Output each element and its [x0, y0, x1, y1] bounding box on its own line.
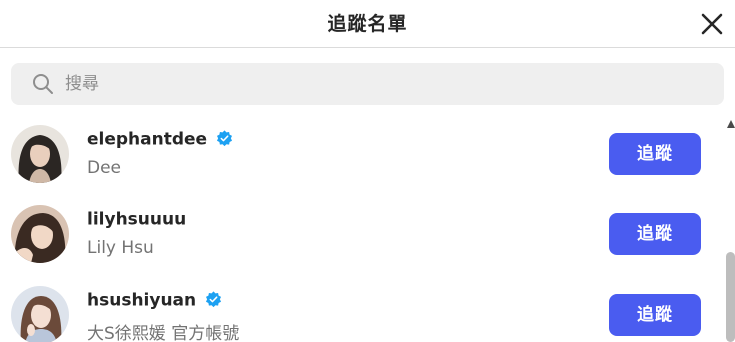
- avatar[interactable]: [11, 286, 69, 342]
- avatar[interactable]: [11, 125, 69, 183]
- verified-badge-icon: [206, 291, 222, 308]
- username[interactable]: lilyhsuuuu: [87, 210, 186, 230]
- username[interactable]: hsushiyuan: [87, 291, 196, 311]
- search-box[interactable]: [11, 63, 724, 105]
- close-icon: [701, 13, 723, 35]
- full-name: Lily Hsu: [87, 238, 154, 258]
- close-button[interactable]: [697, 9, 727, 39]
- follow-button[interactable]: 追蹤: [609, 294, 701, 336]
- search-input[interactable]: [65, 63, 705, 105]
- search-icon: [33, 74, 53, 94]
- avatar[interactable]: [11, 205, 69, 263]
- user-row-lilyhsuuuu[interactable]: lilyhsuuuu Lily Hsu 追蹤: [0, 192, 724, 272]
- scrollbar-thumb[interactable]: [726, 252, 735, 342]
- avatar-image: [11, 125, 69, 183]
- user-row-hsushiyuan[interactable]: hsushiyuan 大S徐熙媛 官方帳號 追蹤: [0, 273, 724, 342]
- full-name: 大S徐熙媛 官方帳號: [87, 324, 240, 342]
- follow-button[interactable]: 追蹤: [609, 133, 701, 175]
- avatar-image: [11, 205, 69, 263]
- verified-badge-icon: [217, 130, 233, 147]
- full-name: Dee: [87, 158, 122, 178]
- user-list: elephantdee Dee 追蹤 lilyhsuuuu Lily Hsu 追…: [0, 110, 735, 342]
- follow-button[interactable]: 追蹤: [609, 213, 701, 255]
- scroll-up-arrow-icon[interactable]: [727, 120, 735, 128]
- user-row-elephantdee[interactable]: elephantdee Dee 追蹤: [0, 112, 724, 192]
- dialog-title: 追蹤名單: [327, 13, 408, 35]
- username[interactable]: elephantdee: [87, 130, 207, 150]
- avatar-image: [11, 286, 69, 342]
- following-dialog: 追蹤名單 搜尋 elephantdee Dee 追蹤 lilyhsuuuu Li…: [0, 0, 735, 342]
- dialog-header: 追蹤名單: [0, 0, 735, 48]
